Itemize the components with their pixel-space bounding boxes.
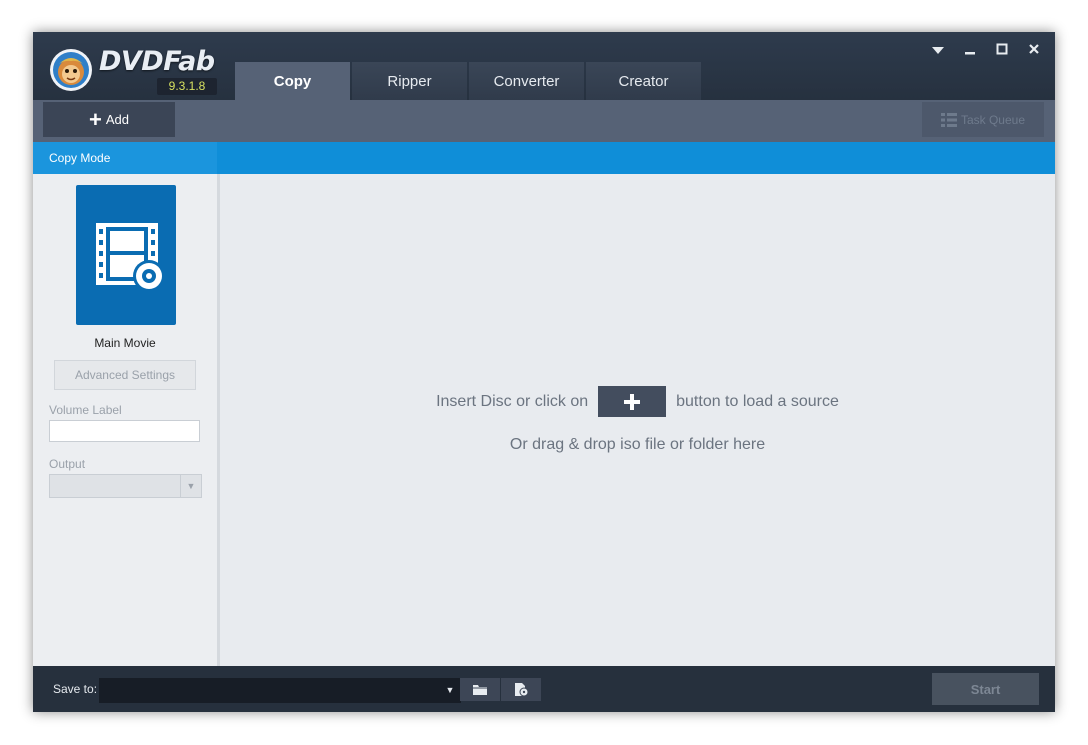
- load-source-add-button[interactable]: [598, 386, 667, 417]
- version-badge: 9.3.1.8: [157, 78, 217, 95]
- toolbar: + Add Task Queue: [33, 100, 1055, 142]
- folder-icon: [473, 685, 487, 695]
- chevron-down-icon[interactable]: ▼: [180, 475, 201, 497]
- plus-icon: +: [89, 106, 102, 132]
- volume-label-caption: Volume Label: [49, 403, 122, 417]
- plus-icon: [624, 393, 641, 410]
- add-button-label: Add: [105, 112, 129, 127]
- main-tabs: Copy Ripper Converter Creator: [235, 62, 703, 100]
- load-source-hint: Insert Disc or click on button to load a…: [220, 386, 1055, 417]
- bottom-bar: Save to: ▼ Start: [33, 666, 1055, 712]
- save-to-input[interactable]: [99, 678, 461, 703]
- tab-converter[interactable]: Converter: [469, 62, 584, 100]
- main-movie-mode-tile[interactable]: [76, 185, 176, 325]
- mode-name-label: Main Movie: [94, 336, 156, 350]
- file-disc-icon: [515, 683, 529, 697]
- volume-label-input[interactable]: [49, 420, 200, 442]
- start-button[interactable]: Start: [932, 673, 1039, 705]
- mode-header-bar: Copy Mode: [33, 142, 1055, 174]
- output-caption: Output: [49, 457, 86, 471]
- triangle-down-icon[interactable]: [926, 42, 950, 58]
- monkey-logo-icon: [50, 49, 92, 91]
- maximize-icon[interactable]: [990, 42, 1014, 58]
- save-to-label: Save to:: [53, 682, 98, 696]
- hint-after-text: button to load a source: [676, 392, 839, 410]
- title-bar: DVDFab 9.3.1.8 Copy Ripper Converter Cre…: [33, 32, 1055, 100]
- advanced-settings-button[interactable]: Advanced Settings: [54, 360, 196, 390]
- task-queue-button[interactable]: Task Queue: [922, 102, 1044, 137]
- iso-output-button[interactable]: [501, 678, 541, 701]
- tab-creator[interactable]: Creator: [586, 62, 701, 100]
- minimize-icon[interactable]: [958, 42, 982, 58]
- drag-drop-hint: Or drag & drop iso file or folder here: [509, 436, 766, 453]
- source-drop-area[interactable]: Insert Disc or click on button to load a…: [220, 174, 1055, 666]
- output-select[interactable]: ▼: [49, 474, 202, 498]
- close-icon[interactable]: [1022, 42, 1046, 58]
- dvdfab-window: DVDFab 9.3.1.8 Copy Ripper Converter Cre…: [33, 32, 1055, 712]
- browse-folder-button[interactable]: [460, 678, 500, 701]
- tab-copy[interactable]: Copy: [235, 62, 350, 100]
- chevron-down-icon[interactable]: ▼: [442, 678, 458, 701]
- add-button[interactable]: + Add: [43, 102, 175, 137]
- brand-name: DVDFab: [99, 46, 215, 77]
- copy-mode-title: Copy Mode: [33, 142, 217, 174]
- film-disc-icon: [96, 223, 165, 292]
- copy-mode-sidebar: Main Movie Advanced Settings Volume Labe…: [33, 174, 220, 666]
- list-icon: [940, 112, 957, 127]
- task-queue-label: Task Queue: [960, 112, 1026, 127]
- tab-ripper[interactable]: Ripper: [352, 62, 467, 100]
- hint-before-text: Insert Disc or click on: [436, 392, 589, 410]
